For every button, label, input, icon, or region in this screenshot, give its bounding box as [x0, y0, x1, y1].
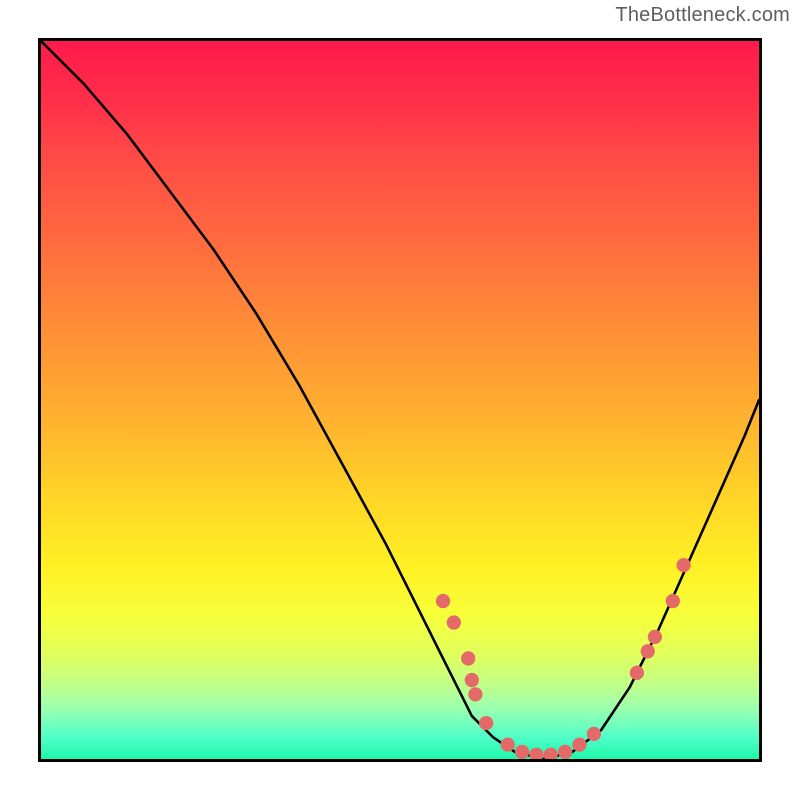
data-point	[572, 737, 586, 751]
data-point	[468, 687, 482, 701]
data-point	[648, 630, 662, 644]
chart-frame: TheBottleneck.com	[0, 0, 800, 800]
chart-svg	[41, 41, 759, 759]
data-point	[544, 748, 558, 759]
data-point	[666, 594, 680, 608]
data-point	[529, 748, 543, 759]
plot-area	[38, 38, 762, 762]
data-point	[558, 745, 572, 759]
data-point	[436, 594, 450, 608]
data-point	[587, 727, 601, 741]
data-point	[630, 666, 644, 680]
data-point	[515, 745, 529, 759]
data-point	[641, 644, 655, 658]
watermark-text: TheBottleneck.com	[615, 4, 790, 27]
data-point	[501, 737, 515, 751]
data-point	[676, 558, 690, 572]
data-point	[447, 615, 461, 629]
data-point	[461, 651, 475, 665]
data-point	[465, 673, 479, 687]
data-points	[436, 558, 691, 759]
data-point	[479, 716, 493, 730]
